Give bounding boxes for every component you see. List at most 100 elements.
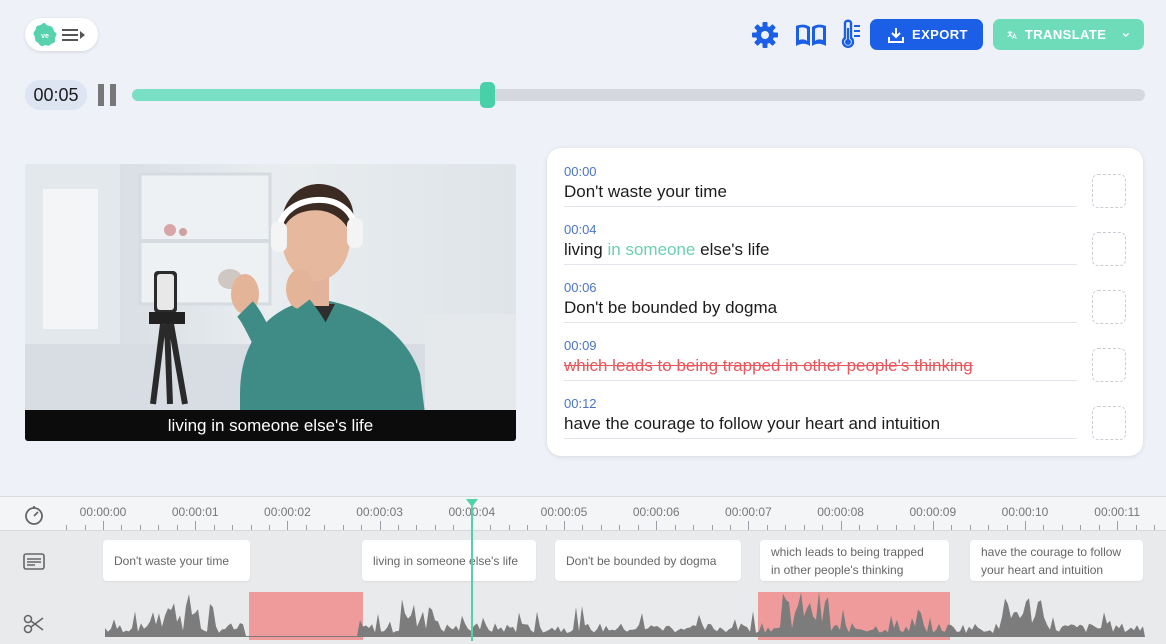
transcript-panel: 00:00 Don't waste your time 00:04 living… bbox=[547, 148, 1143, 456]
ruler-tick bbox=[748, 521, 750, 530]
segment-text[interactable]: have the courage to follow your heart an… bbox=[564, 414, 940, 434]
ruler-tick-label: 00:00:00 bbox=[79, 505, 127, 519]
ruler-tick bbox=[342, 525, 344, 530]
caption-clip[interactable]: which leads to being trapped in other pe… bbox=[760, 540, 949, 581]
pause-icon bbox=[98, 84, 104, 106]
segment-text[interactable]: Don't be bounded by dogma bbox=[564, 298, 777, 318]
playhead[interactable] bbox=[471, 501, 473, 641]
book-icon bbox=[796, 24, 826, 46]
ruler-tick bbox=[729, 525, 731, 530]
ruler-tick bbox=[508, 525, 510, 530]
ruler-tick bbox=[139, 525, 141, 530]
ruler-tick bbox=[361, 525, 363, 530]
ruler-tick bbox=[951, 525, 953, 530]
ruler-tick bbox=[453, 525, 455, 530]
ruler-tick bbox=[859, 525, 861, 530]
export-label: EXPORT bbox=[912, 27, 968, 42]
segment-time: 00:06 bbox=[564, 280, 597, 295]
ruler-tick bbox=[877, 525, 879, 530]
ruler-tick-label: 00:00:11 bbox=[1094, 505, 1141, 519]
segment-time: 00:09 bbox=[564, 338, 597, 353]
export-button[interactable]: EXPORT bbox=[870, 19, 983, 50]
ruler-tick-label: 00:00:03 bbox=[356, 505, 403, 519]
seek-progress bbox=[132, 89, 487, 101]
ruler-tick bbox=[803, 525, 805, 530]
ruler-tick bbox=[1025, 521, 1026, 530]
ruler-tick bbox=[398, 525, 400, 530]
segment-select-box[interactable] bbox=[1092, 174, 1126, 208]
segment-word-highlight: someone bbox=[625, 240, 696, 259]
ruler-tick bbox=[1135, 525, 1137, 530]
segment-time: 00:12 bbox=[564, 396, 597, 411]
translate-label: TRANSLATE bbox=[1024, 27, 1107, 42]
ruler-tick-label: 00:00:10 bbox=[1001, 505, 1049, 519]
ruler-tick bbox=[711, 525, 713, 530]
segment-text[interactable]: living in someone else's life bbox=[564, 240, 770, 260]
transcript-segment-deleted[interactable]: 00:09 which leads to being trapped in ot… bbox=[564, 322, 1126, 382]
timer-icon[interactable] bbox=[22, 504, 46, 526]
ruler-tick bbox=[969, 525, 971, 530]
caption-clip[interactable]: living in someone else's life bbox=[362, 540, 536, 581]
clip-text: in other people's thinking bbox=[771, 562, 904, 577]
segment-text[interactable]: Don't waste your time bbox=[564, 182, 727, 202]
ruler-tick bbox=[582, 525, 584, 530]
translate-button[interactable]: TRANSLATE bbox=[993, 19, 1144, 50]
ruler-tick bbox=[1043, 525, 1045, 530]
ruler-tick bbox=[176, 525, 178, 530]
ruler-tick bbox=[932, 521, 934, 530]
transcript-segment[interactable]: 00:00 Don't waste your time bbox=[564, 148, 1126, 208]
ruler-tick bbox=[988, 525, 990, 530]
app-logo-menu[interactable]: ve bbox=[25, 18, 98, 51]
ruler-tick bbox=[490, 525, 492, 530]
ruler-tick-label: 00:00:01 bbox=[171, 505, 219, 519]
ruler-tick bbox=[121, 525, 123, 530]
thermometer-icon bbox=[841, 19, 860, 49]
ruler-tick bbox=[693, 525, 695, 530]
ruler-tick-label: 00:00:07 bbox=[725, 505, 772, 519]
ruler-tick bbox=[545, 525, 547, 530]
transcript-segment[interactable]: 00:12 have the courage to follow your he… bbox=[564, 380, 1126, 440]
ruler-tick bbox=[158, 525, 160, 530]
segment-word: living bbox=[564, 240, 603, 259]
temperature-button[interactable] bbox=[836, 19, 866, 51]
audio-waveform[interactable] bbox=[0, 581, 1166, 644]
segment-select-box[interactable] bbox=[1092, 406, 1126, 440]
pause-button[interactable] bbox=[98, 84, 118, 106]
current-time: 00:05 bbox=[25, 80, 87, 110]
caption-clip[interactable]: Don't be bounded by dogma bbox=[555, 540, 741, 581]
seek-handle[interactable] bbox=[479, 82, 495, 108]
ruler-tick bbox=[1006, 525, 1008, 530]
ruler-tick bbox=[250, 525, 252, 530]
ruler-tick bbox=[1098, 525, 1100, 530]
ruler-tick bbox=[324, 525, 326, 530]
caption-clip[interactable]: have the courage to follow your heart an… bbox=[970, 540, 1143, 581]
ruler-tick bbox=[287, 521, 289, 530]
transcript-segment[interactable]: 00:06 Don't be bounded by dogma bbox=[564, 264, 1126, 324]
caption-clip[interactable]: Don't waste your time bbox=[103, 540, 250, 581]
dictionary-button[interactable] bbox=[794, 19, 828, 51]
ruler-tick-label: 00:00:02 bbox=[264, 505, 311, 519]
segment-select-box[interactable] bbox=[1092, 348, 1126, 382]
ruler-tick-label: 00:00:06 bbox=[632, 505, 680, 519]
segment-word: else's life bbox=[700, 240, 770, 259]
ruler-tick-label: 00:00:05 bbox=[540, 505, 588, 519]
ruler-tick-label: 00:00:09 bbox=[909, 505, 957, 519]
ruler-tick bbox=[674, 525, 676, 530]
segment-text-deleted[interactable]: which leads to being trapped in other pe… bbox=[564, 356, 973, 376]
segment-select-box[interactable] bbox=[1092, 290, 1126, 324]
timeline-ruler[interactable]: 00:00:0000:00:0100:00:0200:00:0300:00:04… bbox=[0, 497, 1166, 531]
translate-icon bbox=[1007, 30, 1017, 39]
seek-bar[interactable] bbox=[132, 82, 1145, 108]
segment-divider bbox=[564, 438, 1077, 439]
menu-expand-icon bbox=[62, 28, 85, 41]
subtitles-icon[interactable] bbox=[22, 551, 46, 573]
video-preview[interactable]: living in someone else's life bbox=[25, 164, 516, 441]
timeline-panel[interactable]: 00:00:0000:00:0100:00:0200:00:0300:00:04… bbox=[0, 496, 1166, 644]
settings-button[interactable] bbox=[750, 19, 780, 51]
ruler-tick bbox=[527, 525, 529, 530]
ruler-tick bbox=[1154, 525, 1156, 530]
segment-select-box[interactable] bbox=[1092, 232, 1126, 266]
ruler-tick bbox=[914, 525, 916, 530]
chevron-down-icon bbox=[1122, 32, 1130, 37]
transcript-segment[interactable]: 00:04 living in someone else's life bbox=[564, 206, 1126, 266]
